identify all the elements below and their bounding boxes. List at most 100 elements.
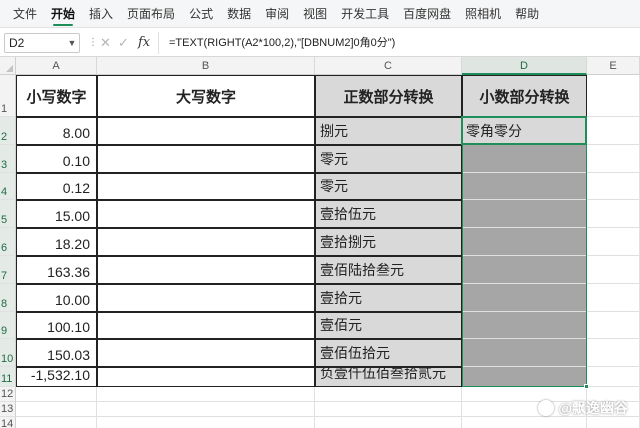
cell-a12[interactable] xyxy=(16,387,97,402)
cell-a9[interactable]: 100.10 xyxy=(16,312,97,339)
drag-handle-icon[interactable]: ⋮ xyxy=(88,37,98,49)
cell-b3[interactable] xyxy=(97,145,315,173)
cell-a10[interactable]: 150.03 xyxy=(16,339,97,367)
menu-item-7[interactable]: 视图 xyxy=(296,0,334,28)
cell-c11[interactable]: 负壹仟伍佰叁拾贰元 xyxy=(315,367,462,387)
confirm-icon[interactable]: ✓ xyxy=(118,34,129,52)
header-cell-a1[interactable]: 小写数字 xyxy=(16,75,97,117)
cell-b14[interactable] xyxy=(97,417,315,428)
cell-c12[interactable] xyxy=(315,387,462,402)
menu-item-8[interactable]: 开发工具 xyxy=(334,0,396,28)
cell-a6[interactable]: 18.20 xyxy=(16,228,97,256)
cell-e7[interactable] xyxy=(587,256,640,284)
cell-b9[interactable] xyxy=(97,312,315,339)
cell-e4[interactable] xyxy=(587,173,640,200)
fill-handle[interactable] xyxy=(584,384,589,389)
cell-a13[interactable] xyxy=(16,402,97,417)
row-header-8[interactable]: 8 xyxy=(0,284,16,312)
cell-b2[interactable] xyxy=(97,117,315,145)
cell-d4[interactable] xyxy=(462,173,587,200)
cell-e11[interactable] xyxy=(587,367,640,387)
menu-item-4[interactable]: 公式 xyxy=(182,0,220,28)
cell-a11[interactable]: -1,532.10 xyxy=(16,367,97,387)
cell-b4[interactable] xyxy=(97,173,315,200)
cell-e5[interactable] xyxy=(587,200,640,228)
formula-input[interactable]: =TEXT(RIGHT(A2*100,2),"[DBNUM2]0角0分") xyxy=(158,32,636,54)
cell-d9[interactable] xyxy=(462,312,587,339)
cell-b13[interactable] xyxy=(97,402,315,417)
cell-b12[interactable] xyxy=(97,387,315,402)
cell-c14[interactable] xyxy=(315,417,462,428)
cell-c7[interactable]: 壹佰陆拾叁元 xyxy=(315,256,462,284)
column-header-c[interactable]: C xyxy=(315,57,462,75)
row-header-13[interactable]: 13 xyxy=(0,402,16,417)
column-header-a[interactable]: A xyxy=(16,57,97,75)
menu-item-1[interactable]: 开始 xyxy=(44,0,82,28)
header-cell-b1[interactable]: 大写数字 xyxy=(97,75,315,117)
menu-item-11[interactable]: 帮助 xyxy=(508,0,546,28)
row-header-14[interactable]: 14 xyxy=(0,417,16,428)
cell-d6[interactable] xyxy=(462,228,587,256)
cancel-icon[interactable]: ✕ xyxy=(100,34,111,52)
cell-d8[interactable] xyxy=(462,284,587,312)
cell-b5[interactable] xyxy=(97,200,315,228)
row-header-9[interactable]: 9 xyxy=(0,312,16,339)
row-header-1[interactable]: 1 xyxy=(0,75,16,117)
cell-c5[interactable]: 壹拾伍元 xyxy=(315,200,462,228)
column-header-d[interactable]: D xyxy=(462,57,587,75)
row-header-10[interactable]: 10 xyxy=(0,339,16,367)
menu-item-0[interactable]: 文件 xyxy=(6,0,44,28)
cell-a8[interactable]: 10.00 xyxy=(16,284,97,312)
cell-a3[interactable]: 0.10 xyxy=(16,145,97,173)
menu-item-9[interactable]: 百度网盘 xyxy=(396,0,458,28)
cell-d11[interactable] xyxy=(462,367,587,387)
cell-e6[interactable] xyxy=(587,228,640,256)
cell-d14[interactable] xyxy=(462,417,587,428)
cell-d5[interactable] xyxy=(462,200,587,228)
header-cell-c1[interactable]: 正数部分转换 xyxy=(315,75,462,117)
cell-c2[interactable]: 捌元 xyxy=(315,117,462,145)
cell-a7[interactable]: 163.36 xyxy=(16,256,97,284)
cell-b10[interactable] xyxy=(97,339,315,367)
cell-d2[interactable]: 零角零分 xyxy=(462,117,587,145)
cell-a14[interactable] xyxy=(16,417,97,428)
select-all-corner[interactable] xyxy=(0,57,16,75)
cell-c3[interactable]: 零元 xyxy=(315,145,462,173)
cell-d10[interactable] xyxy=(462,339,587,367)
menu-item-3[interactable]: 页面布局 xyxy=(120,0,182,28)
cell-c6[interactable]: 壹拾捌元 xyxy=(315,228,462,256)
row-header-4[interactable]: 4 xyxy=(0,173,16,200)
cell-e9[interactable] xyxy=(587,312,640,339)
cell-c9[interactable]: 壹佰元 xyxy=(315,312,462,339)
cell-d3[interactable] xyxy=(462,145,587,173)
row-header-5[interactable]: 5 xyxy=(0,200,16,228)
cell-e2[interactable] xyxy=(587,117,640,145)
menu-item-5[interactable]: 数据 xyxy=(220,0,258,28)
menu-item-2[interactable]: 插入 xyxy=(82,0,120,28)
header-cell-d1[interactable]: 小数部分转换 xyxy=(462,75,587,117)
insert-function-icon[interactable]: fx xyxy=(138,34,150,52)
cell-c10[interactable]: 壹佰伍拾元 xyxy=(315,339,462,367)
row-header-7[interactable]: 7 xyxy=(0,256,16,284)
cell-a5[interactable]: 15.00 xyxy=(16,200,97,228)
row-header-12[interactable]: 12 xyxy=(0,387,16,402)
row-header-11[interactable]: 11 xyxy=(0,367,16,387)
cell-e14[interactable] xyxy=(587,417,640,428)
cell-e1[interactable] xyxy=(587,75,640,117)
cell-e8[interactable] xyxy=(587,284,640,312)
column-header-b[interactable]: B xyxy=(97,57,315,75)
cell-b11[interactable] xyxy=(97,367,315,387)
cell-c8[interactable]: 壹拾元 xyxy=(315,284,462,312)
cell-c13[interactable] xyxy=(315,402,462,417)
column-header-e[interactable]: E xyxy=(587,57,640,75)
cell-e3[interactable] xyxy=(587,145,640,173)
cell-b8[interactable] xyxy=(97,284,315,312)
row-header-3[interactable]: 3 xyxy=(0,145,16,173)
cell-a2[interactable]: 8.00 xyxy=(16,117,97,145)
menu-item-10[interactable]: 照相机 xyxy=(458,0,508,28)
chevron-down-icon[interactable]: ▼ xyxy=(64,33,80,53)
cell-d7[interactable] xyxy=(462,256,587,284)
row-header-6[interactable]: 6 xyxy=(0,228,16,256)
row-header-2[interactable]: 2 xyxy=(0,117,16,145)
cell-c4[interactable]: 零元 xyxy=(315,173,462,200)
